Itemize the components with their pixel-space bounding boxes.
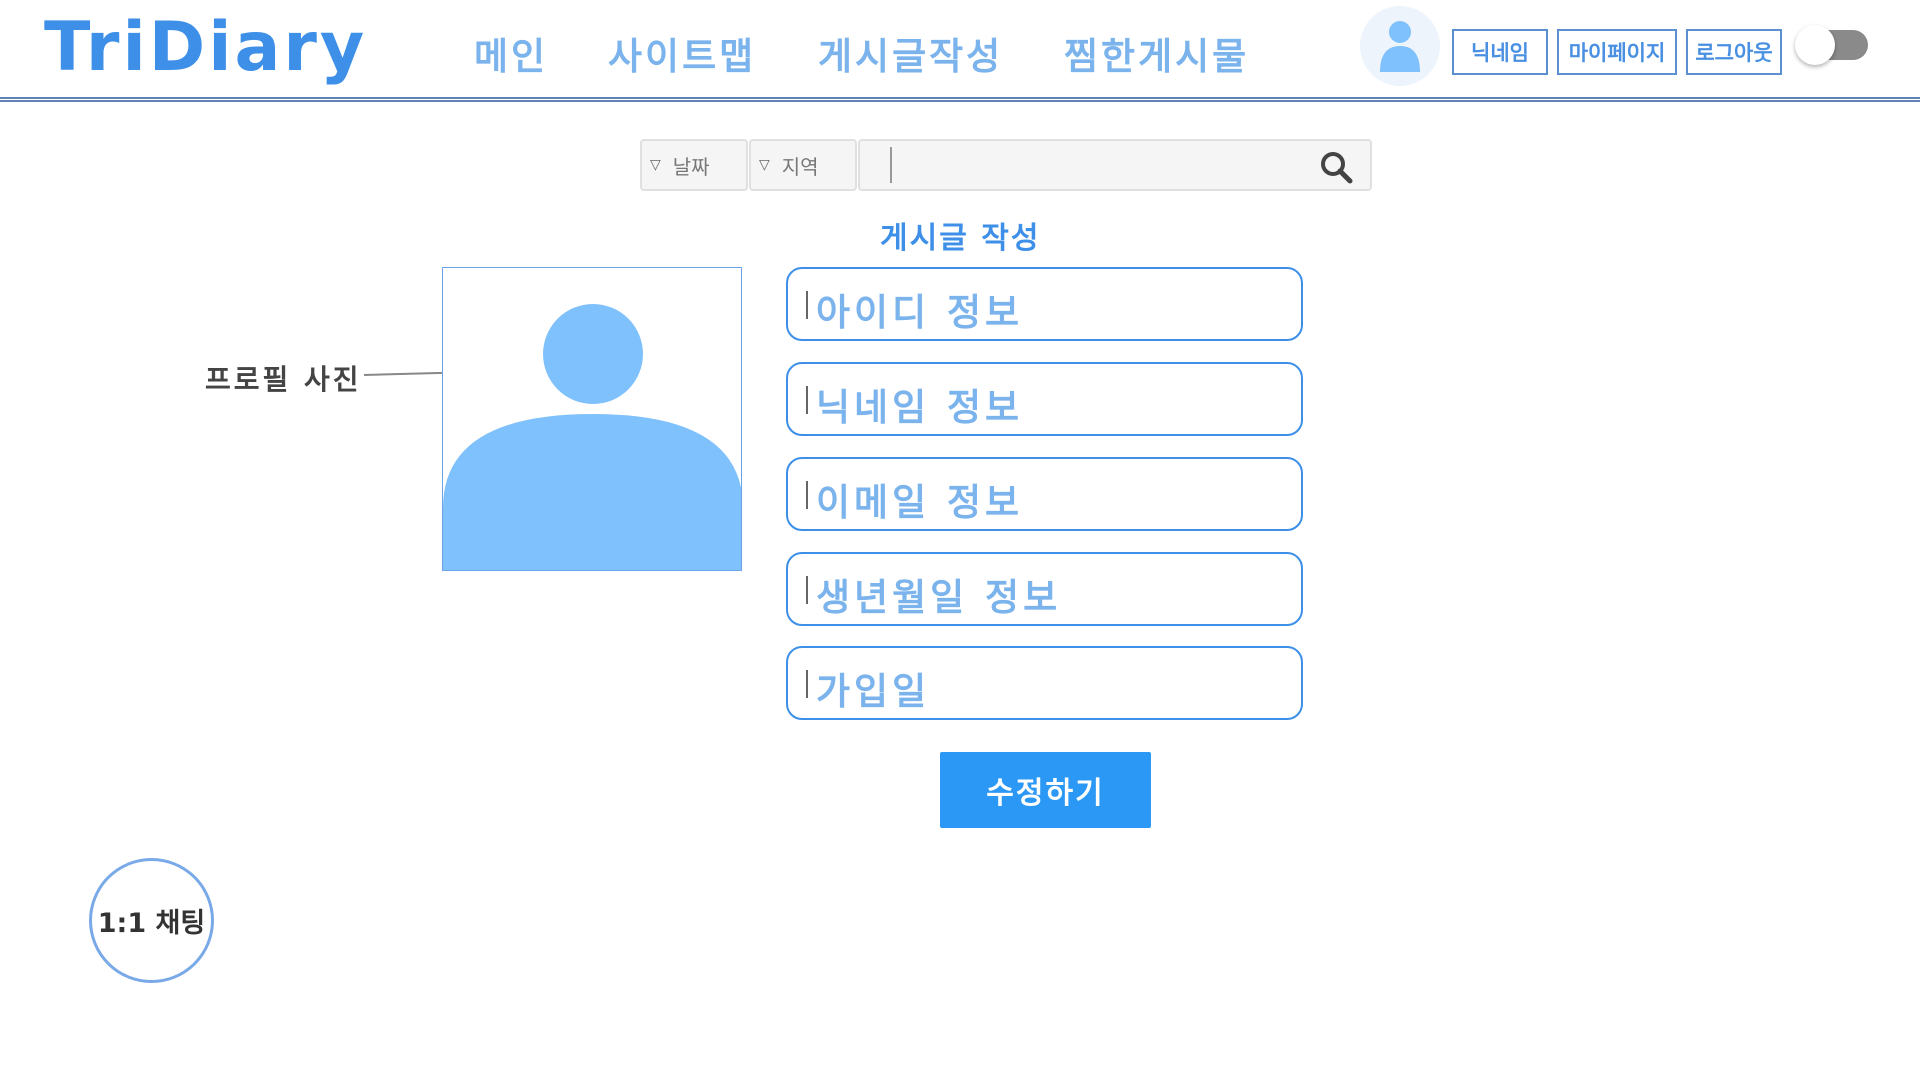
logo[interactable]: TriDiary [44, 8, 367, 87]
search-icon[interactable] [1318, 149, 1354, 185]
profile-placeholder-icon [443, 304, 741, 570]
birthdate-field[interactable]: 생년월일 정보 [786, 552, 1303, 626]
email-field-label: 이메일 정보 [816, 481, 1024, 524]
triangle-down-icon: ▽ [650, 157, 661, 173]
one-on-one-chat-button[interactable]: 1:1 채팅 [89, 858, 214, 983]
nav-item-sitemap[interactable]: 사이트맵 [608, 26, 756, 80]
profile-photo-label: 프로필 사진 [205, 363, 362, 396]
nickname-button[interactable]: 닉네임 [1452, 29, 1548, 75]
header-divider [0, 97, 1920, 102]
nav-item-main[interactable]: 메인 [474, 26, 548, 80]
join-date-field-label: 가입일 [816, 670, 931, 713]
user-id-field-label: 아이디 정보 [816, 291, 1024, 334]
user-id-field[interactable]: 아이디 정보 [786, 267, 1303, 341]
text-caret [806, 386, 808, 414]
region-dropdown[interactable]: ▽ 지역 [749, 139, 857, 191]
search-input[interactable] [890, 147, 1310, 183]
text-caret [806, 291, 808, 319]
user-avatar[interactable] [1360, 6, 1440, 86]
mypage-button[interactable]: 마이페이지 [1557, 29, 1677, 75]
profile-photo[interactable] [442, 267, 742, 571]
text-caret [806, 670, 808, 698]
triangle-down-icon: ▽ [759, 157, 770, 173]
join-date-field[interactable]: 가입일 [786, 646, 1303, 720]
nav-item-liked-posts[interactable]: 찜한게시물 [1064, 26, 1249, 80]
nickname-field[interactable]: 닉네임 정보 [786, 362, 1303, 436]
date-dropdown[interactable]: ▽ 날짜 [640, 139, 748, 191]
theme-toggle[interactable] [1795, 25, 1868, 65]
region-dropdown-label: 지역 [781, 154, 819, 179]
text-caret [806, 576, 808, 604]
user-icon [1380, 21, 1420, 72]
edit-submit-button[interactable]: 수정하기 [940, 752, 1151, 828]
toggle-knob [1795, 25, 1835, 65]
header: TriDiary 메인 사이트맵 게시글작성 찜한게시물 닉네임 마이페이지 로… [0, 0, 1920, 104]
date-dropdown-label: 날짜 [672, 154, 710, 179]
nickname-field-label: 닉네임 정보 [816, 386, 1024, 429]
email-field[interactable]: 이메일 정보 [786, 457, 1303, 531]
nav-item-write-post[interactable]: 게시글작성 [818, 26, 1003, 80]
page-title: 게시글 작성 [880, 221, 1041, 256]
text-caret [806, 481, 808, 509]
logout-button[interactable]: 로그아웃 [1686, 29, 1782, 75]
birthdate-field-label: 생년월일 정보 [816, 576, 1062, 619]
search-box [858, 139, 1372, 191]
